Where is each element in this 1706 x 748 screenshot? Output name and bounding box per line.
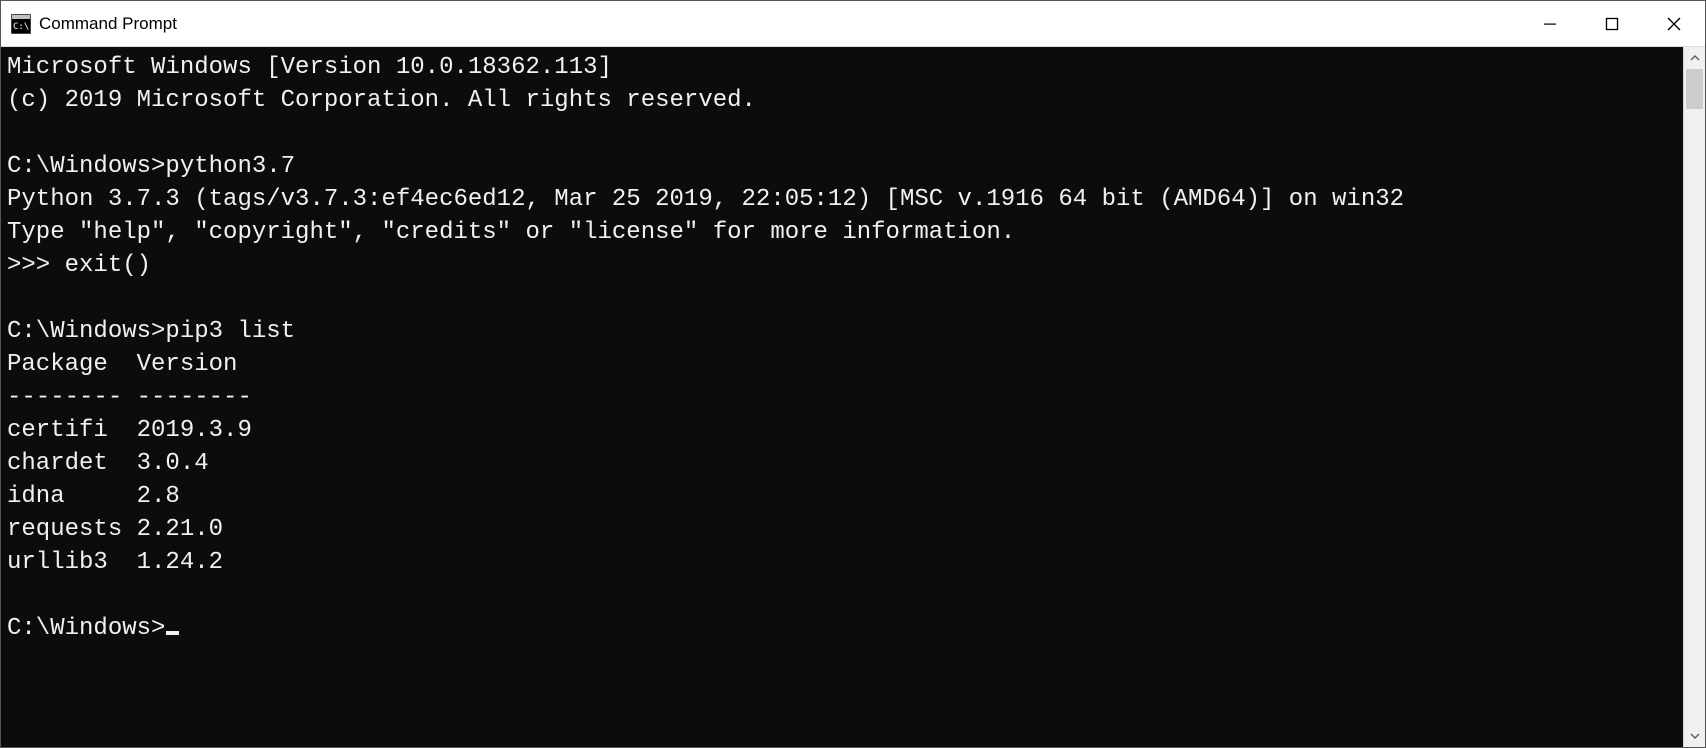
scroll-thumb[interactable] [1686,69,1703,109]
maximize-button[interactable] [1581,1,1643,46]
cmd-icon: C:\ [11,14,31,34]
scrollbar-vertical[interactable] [1683,47,1705,747]
window-controls [1519,1,1705,46]
chevron-up-icon [1690,53,1700,63]
command-prompt-window: C:\ Command Prompt [0,0,1706,748]
titlebar[interactable]: C:\ Command Prompt [1,1,1705,47]
scroll-down-button[interactable] [1684,725,1705,747]
minimize-icon [1543,17,1557,31]
maximize-icon [1605,17,1619,31]
close-icon [1667,17,1681,31]
chevron-down-icon [1690,731,1700,741]
scroll-track[interactable] [1684,69,1705,725]
close-button[interactable] [1643,1,1705,46]
terminal-cursor [166,631,179,635]
scroll-up-button[interactable] [1684,47,1705,69]
window-title: Command Prompt [39,14,177,34]
terminal-prompt: C:\Windows> [7,615,165,642]
terminal-output[interactable]: Microsoft Windows [Version 10.0.18362.11… [1,47,1683,747]
svg-text:C:\: C:\ [13,22,29,32]
terminal-area: Microsoft Windows [Version 10.0.18362.11… [1,47,1705,747]
minimize-button[interactable] [1519,1,1581,46]
terminal-text: Microsoft Windows [Version 10.0.18362.11… [7,54,1404,576]
